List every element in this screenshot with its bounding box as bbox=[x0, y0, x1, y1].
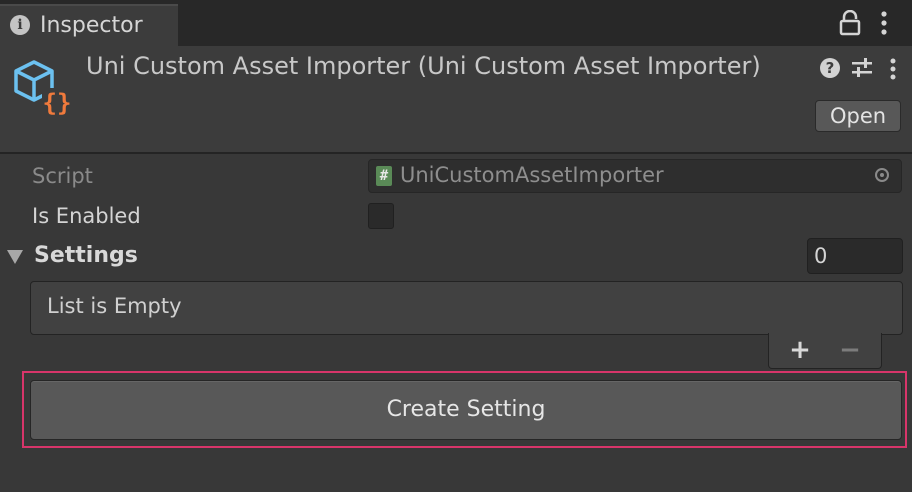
script-asset-icon: {} bbox=[14, 60, 72, 117]
add-element-button[interactable]: + bbox=[789, 336, 811, 364]
is-enabled-label: Is Enabled bbox=[32, 204, 141, 228]
info-icon: i bbox=[10, 15, 30, 35]
remove-element-button[interactable]: − bbox=[839, 336, 861, 364]
script-field[interactable]: # UniCustomAssetImporter bbox=[368, 159, 902, 193]
script-label: Script bbox=[32, 164, 93, 188]
script-value: UniCustomAssetImporter bbox=[400, 163, 664, 187]
kebab-menu-icon[interactable] bbox=[876, 10, 892, 36]
settings-list: List is Empty bbox=[30, 281, 903, 335]
help-icon[interactable]: ? bbox=[820, 58, 840, 78]
cs-script-icon: # bbox=[376, 166, 392, 186]
page-title: Uni Custom Asset Importer (Uni Custom As… bbox=[86, 52, 761, 80]
settings-foldout-label[interactable]: Settings bbox=[34, 243, 138, 268]
settings-count-field[interactable]: 0 bbox=[807, 238, 903, 274]
presets-icon[interactable] bbox=[851, 57, 873, 79]
svg-text:{}: {} bbox=[43, 89, 72, 117]
object-picker-icon[interactable] bbox=[875, 168, 889, 182]
tab-bar: i Inspector bbox=[0, 0, 912, 46]
is-enabled-checkbox[interactable] bbox=[368, 203, 394, 229]
foldout-arrow-icon[interactable] bbox=[7, 250, 23, 264]
open-button[interactable]: Open bbox=[815, 100, 901, 132]
inspector-header: {} Uni Custom Asset Importer (Uni Custom… bbox=[0, 46, 912, 152]
tab-inspector[interactable]: i Inspector bbox=[0, 4, 178, 46]
lock-icon[interactable] bbox=[838, 10, 862, 36]
kebab-menu-icon[interactable] bbox=[886, 57, 900, 81]
list-footer: + − bbox=[768, 333, 882, 369]
list-empty-text: List is Empty bbox=[47, 294, 182, 318]
divider bbox=[0, 152, 912, 154]
create-setting-button[interactable]: Create Setting bbox=[30, 380, 902, 440]
tab-title: Inspector bbox=[40, 13, 143, 38]
